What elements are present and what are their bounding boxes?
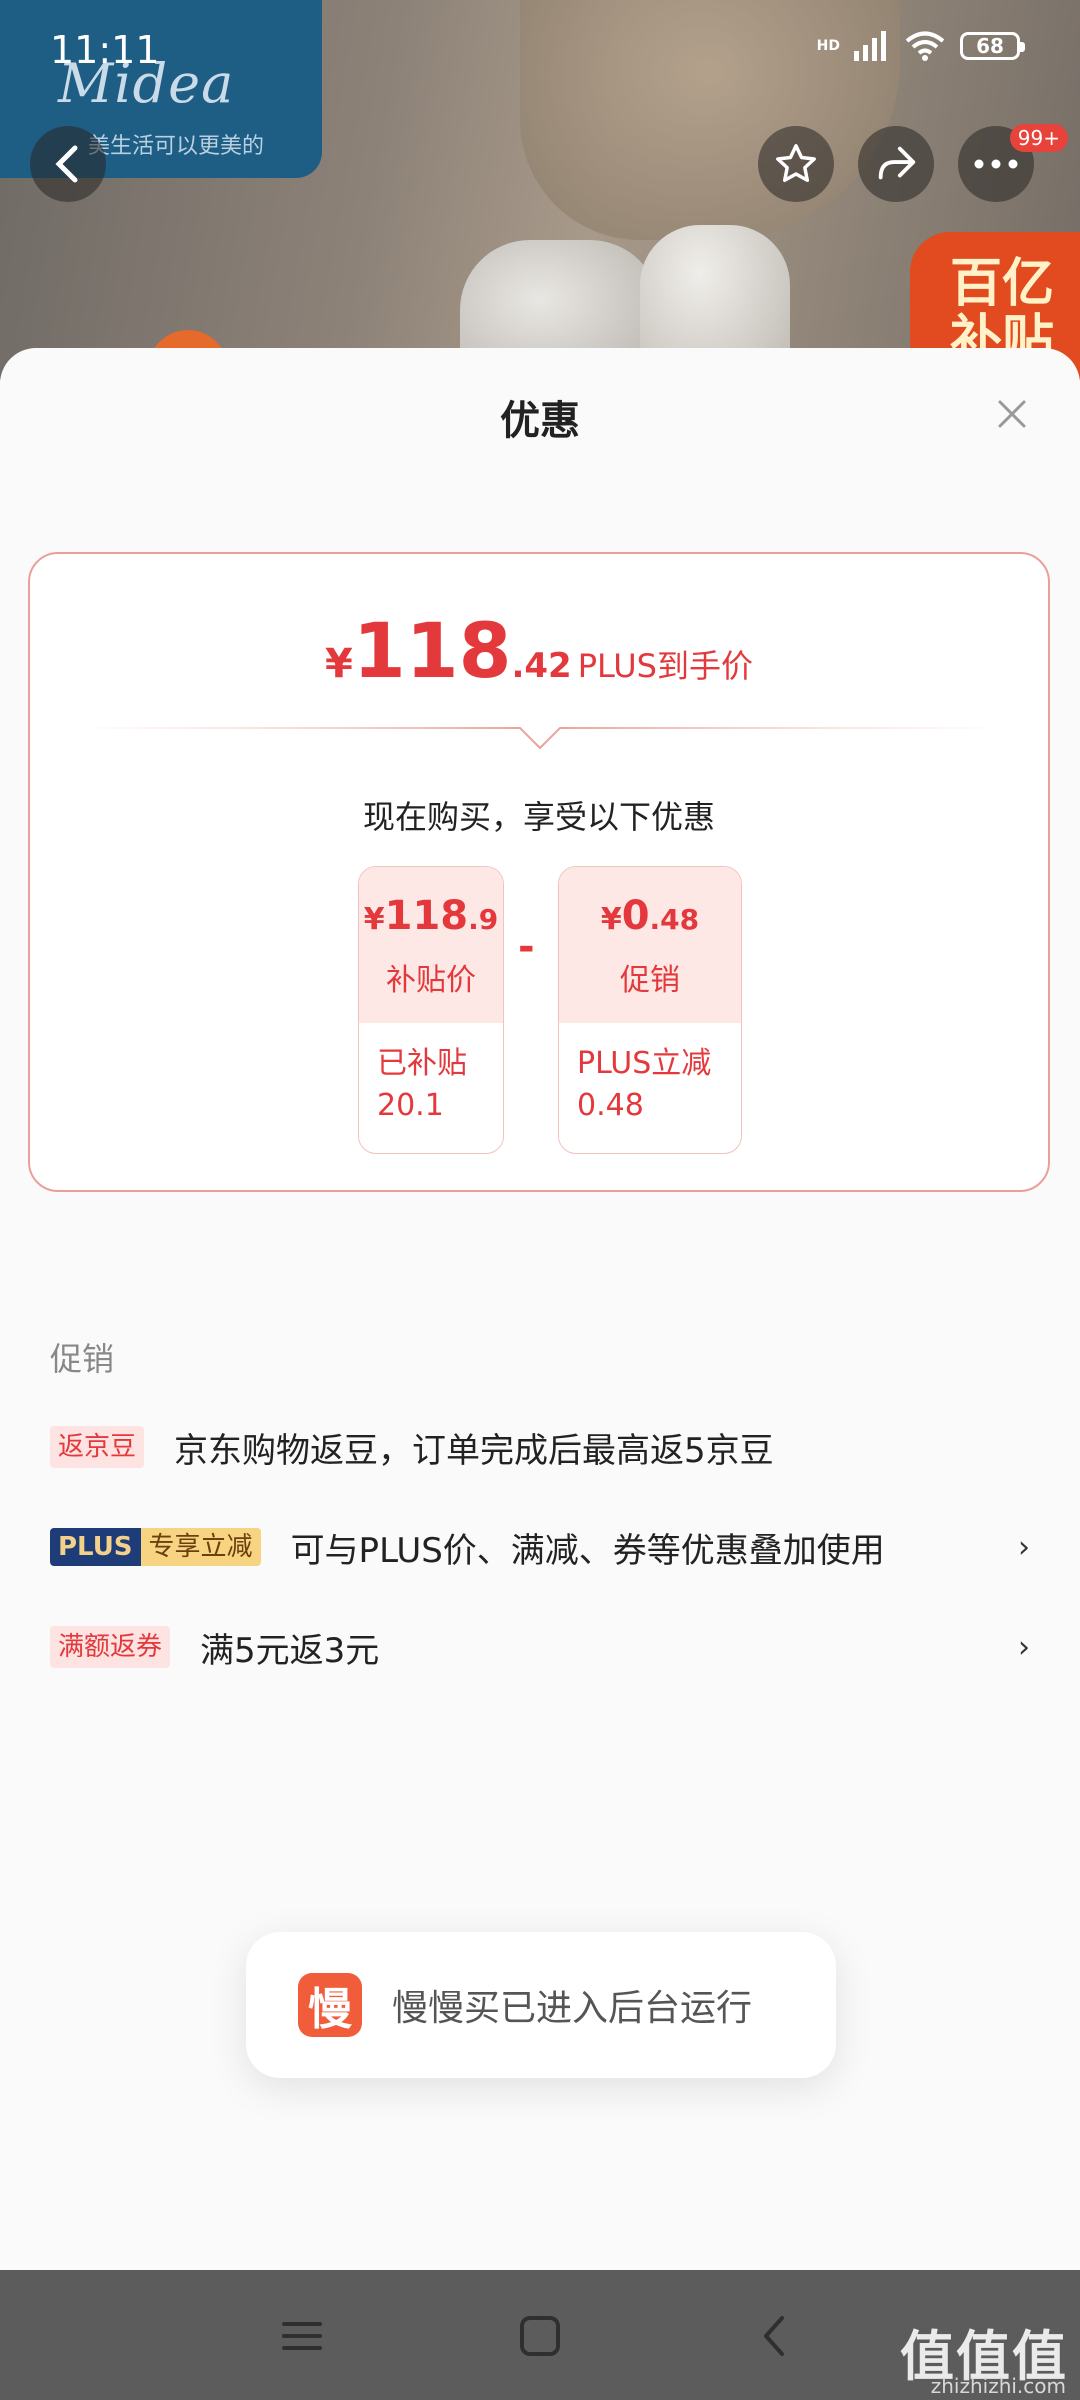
- chevron-right-icon: ›: [1018, 1529, 1030, 1565]
- brand-slogan: 美生活可以更美的: [88, 134, 265, 159]
- price-integer: 118: [384, 893, 469, 939]
- price-summary-card: ¥118.42 PLUS到手价 现在购买，享受以下优惠 ¥118.9 补贴价 已…: [28, 552, 1050, 1192]
- price-decimal: .9: [468, 903, 499, 936]
- price-integer: 118: [352, 606, 512, 695]
- subsidy-detail: 已补贴 20.1: [359, 1023, 503, 1127]
- chevron-right-icon: ›: [1018, 1629, 1030, 1665]
- promo-tag: 返京豆: [50, 1426, 145, 1468]
- promotion-label: 促销: [620, 963, 680, 998]
- plus-tag: PLUS 专享立减: [50, 1528, 261, 1566]
- watermark-url: zhizhizhi.com: [930, 2374, 1066, 2398]
- promo-row-plus[interactable]: PLUS 专享立减 可与PLUS价、满减、券等优惠叠加使用 ›: [50, 1522, 1030, 1572]
- share-button[interactable]: [858, 126, 934, 202]
- plus-tag-brand: PLUS: [50, 1528, 141, 1566]
- app-icon: 慢: [298, 1973, 362, 2037]
- favorite-button[interactable]: [758, 126, 834, 202]
- promotion-amount: ¥0.48: [559, 867, 741, 939]
- sheet-title: 优惠: [500, 398, 580, 444]
- price-decimal: .48: [649, 903, 700, 936]
- promotion-detail-label: PLUS立减: [577, 1046, 712, 1081]
- promo-text: 可与PLUS价、满减、券等优惠叠加使用: [290, 1530, 885, 1571]
- promotion-detail-value: 0.48: [577, 1088, 644, 1123]
- battery-icon: 68: [960, 32, 1025, 60]
- network-type: HD: [816, 38, 840, 54]
- price-subtitle: 现在购买，享受以下优惠: [362, 798, 715, 836]
- subsidy-price-header: ¥118.9 补贴价: [359, 867, 503, 1023]
- promo-tag: 满额返券: [50, 1626, 171, 1668]
- share-icon: [878, 146, 916, 180]
- price-decimal: .42: [511, 646, 572, 686]
- toast-message: 慢慢买已进入后台运行: [392, 1988, 753, 2029]
- promo-row-jingdou: 返京豆 京东购物返豆，订单完成后最高返5京豆: [50, 1422, 1030, 1472]
- notification-badge: 99+: [1009, 124, 1068, 152]
- subsidy-price-box: ¥118.9 补贴价 已补贴 20.1: [358, 866, 504, 1154]
- back-button[interactable]: [30, 126, 106, 202]
- status-icons: HD 68: [816, 30, 1025, 62]
- close-icon[interactable]: [992, 394, 1032, 434]
- more-button[interactable]: 99+: [958, 124, 1068, 202]
- price-label: PLUS到手价: [577, 647, 753, 685]
- home-icon[interactable]: [512, 2308, 568, 2364]
- promotion-header: ¥0.48 促销: [559, 867, 741, 1023]
- final-price: ¥118.42 PLUS到手价: [30, 606, 1048, 695]
- subsidy-price-label: 补贴价: [386, 963, 476, 998]
- menu-icon[interactable]: [274, 2308, 330, 2364]
- promotion-box: ¥0.48 促销 PLUS立减 0.48: [558, 866, 742, 1154]
- subsidy-detail-value: 20.1: [377, 1088, 444, 1123]
- background-toast: 慢 慢慢买已进入后台运行: [246, 1932, 836, 2078]
- star-icon: [776, 144, 816, 183]
- minus-operator: -: [518, 924, 535, 970]
- chevron-left-icon: [55, 145, 78, 183]
- promo-text: 满5元返3元: [200, 1630, 380, 1671]
- plus-tag-label: 专享立减: [140, 1528, 261, 1566]
- price-currency: ¥: [363, 902, 385, 937]
- signal-icon: [854, 31, 886, 61]
- promo-text: 京东购物返豆，订单完成后最高返5京豆: [174, 1430, 774, 1471]
- status-time: 11:11: [50, 28, 160, 72]
- more-icon: [974, 159, 1018, 169]
- wifi-icon: [905, 31, 945, 61]
- promotion-detail: PLUS立减 0.48: [559, 1023, 741, 1127]
- promotions-heading: 促销: [50, 1340, 115, 1378]
- promo-tag-line: 百亿: [950, 254, 1055, 314]
- subsidy-price: ¥118.9: [359, 867, 503, 939]
- subsidy-detail-label: 已补贴: [377, 1046, 467, 1081]
- price-integer: 0: [621, 893, 650, 939]
- promo-row-coupon[interactable]: 满额返券 满5元返3元 ›: [50, 1622, 1030, 1672]
- price-currency: ¥: [600, 902, 622, 937]
- price-currency: ¥: [324, 641, 353, 687]
- divider: [70, 727, 1010, 750]
- back-icon[interactable]: [748, 2308, 804, 2364]
